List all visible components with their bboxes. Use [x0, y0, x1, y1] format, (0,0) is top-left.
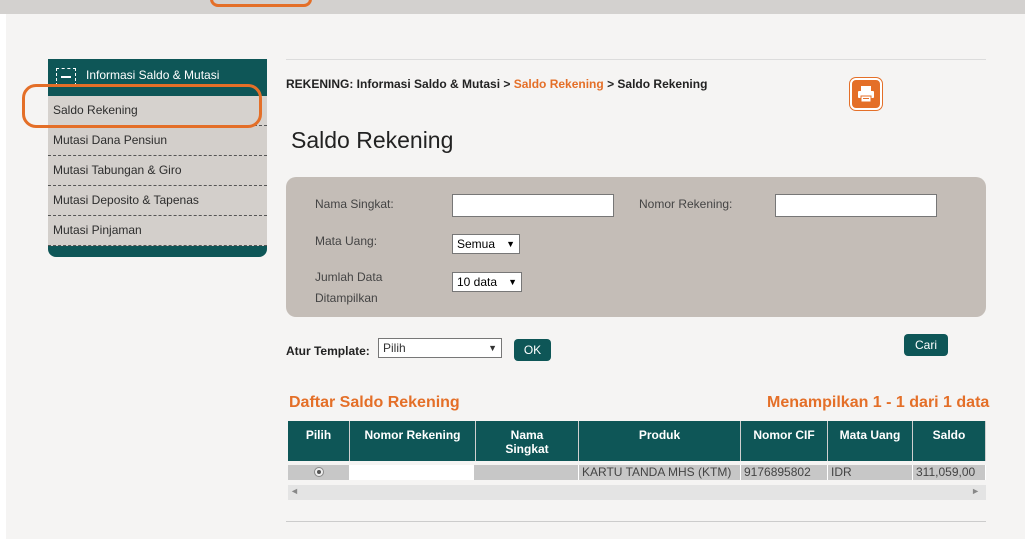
cell-mata-uang: IDR [828, 465, 913, 480]
jumlah-data-label: Jumlah Data [315, 270, 383, 284]
sidebar-item-mutasi-tabungan-giro[interactable]: Mutasi Tabungan & Giro [48, 156, 267, 186]
header-nomor-cif: Nomor CIF [741, 421, 828, 461]
jumlah-data-value: 10 data [457, 275, 498, 289]
nama-singkat-input[interactable] [452, 194, 614, 217]
header-nomor-rekening: Nomor Rekening [350, 421, 476, 461]
jumlah-data-label-line2: Ditampilkan [315, 291, 378, 305]
mata-uang-select[interactable]: Semua ▼ [452, 234, 520, 254]
chevron-down-icon: ▼ [508, 277, 517, 287]
ok-button[interactable]: OK [514, 339, 551, 361]
sidebar-item-mutasi-dana-pensiun[interactable]: Mutasi Dana Pensiun [48, 126, 267, 156]
horizontal-scrollbar[interactable]: ◄ ► [288, 485, 986, 500]
filter-panel: Nama Singkat: Nomor Rekening: Mata Uang:… [286, 177, 986, 317]
sidebar-item-mutasi-deposito-tapenas[interactable]: Mutasi Deposito & Tapenas [48, 186, 267, 216]
header-produk: Produk [579, 421, 741, 461]
cell-nomor-cif: 9176895802 [741, 465, 828, 480]
search-button[interactable]: Cari [904, 334, 948, 356]
atur-template-label: Atur Template: [286, 344, 370, 358]
breadcrumb: REKENING: Informasi Saldo & Mutasi > Sal… [286, 77, 707, 91]
divider [286, 521, 986, 522]
mata-uang-value: Semua [457, 237, 496, 251]
annotation-highlight [22, 84, 262, 128]
jumlah-data-select[interactable]: 10 data ▼ [452, 272, 522, 292]
breadcrumb-part: REKENING: Informasi Saldo & Mutasi > [286, 77, 514, 91]
header-pilih: Pilih [288, 421, 350, 461]
atur-template-value: Pilih [383, 341, 406, 355]
list-title: Daftar Saldo Rekening [289, 394, 460, 411]
list-count: Menampilkan 1 - 1 dari 1 data [767, 394, 990, 411]
header-mata-uang: Mata Uang [828, 421, 913, 461]
scroll-right-icon[interactable]: ► [971, 486, 980, 496]
nomor-rekening-input[interactable] [775, 194, 937, 217]
atur-template-select[interactable]: Pilih ▼ [378, 338, 502, 358]
breadcrumb-link[interactable]: Saldo Rekening [514, 77, 604, 91]
breadcrumb-part: > Saldo Rekening [603, 77, 708, 91]
divider [286, 59, 986, 60]
cell-produk: KARTU TANDA MHS (KTM) [579, 465, 741, 480]
scroll-left-icon[interactable]: ◄ [290, 486, 299, 496]
browser-top-bar [0, 0, 1025, 14]
nomor-rekening-label: Nomor Rekening: [639, 197, 733, 211]
mata-uang-label: Mata Uang: [315, 234, 378, 248]
print-button[interactable] [850, 78, 882, 110]
page-title: Saldo Rekening [291, 127, 454, 153]
row-radio[interactable] [314, 467, 324, 477]
header-nama-singkat: Nama Singkat [476, 421, 579, 461]
sidebar-item-mutasi-pinjaman[interactable]: Mutasi Pinjaman [48, 216, 267, 246]
cell-saldo: 311,059,00 [913, 465, 986, 480]
cell-nama-singkat [476, 465, 579, 480]
chevron-down-icon: ▼ [488, 343, 497, 353]
sidebar-header-label: Informasi Saldo & Mutasi [86, 68, 220, 82]
printer-icon [858, 86, 874, 103]
header-saldo: Saldo [913, 421, 986, 461]
row-select-cell [288, 465, 350, 480]
cell-nomor-rekening [350, 465, 476, 480]
chevron-down-icon: ▼ [506, 239, 515, 249]
nama-singkat-label: Nama Singkat: [315, 197, 394, 211]
highlight-mark [210, 0, 312, 7]
